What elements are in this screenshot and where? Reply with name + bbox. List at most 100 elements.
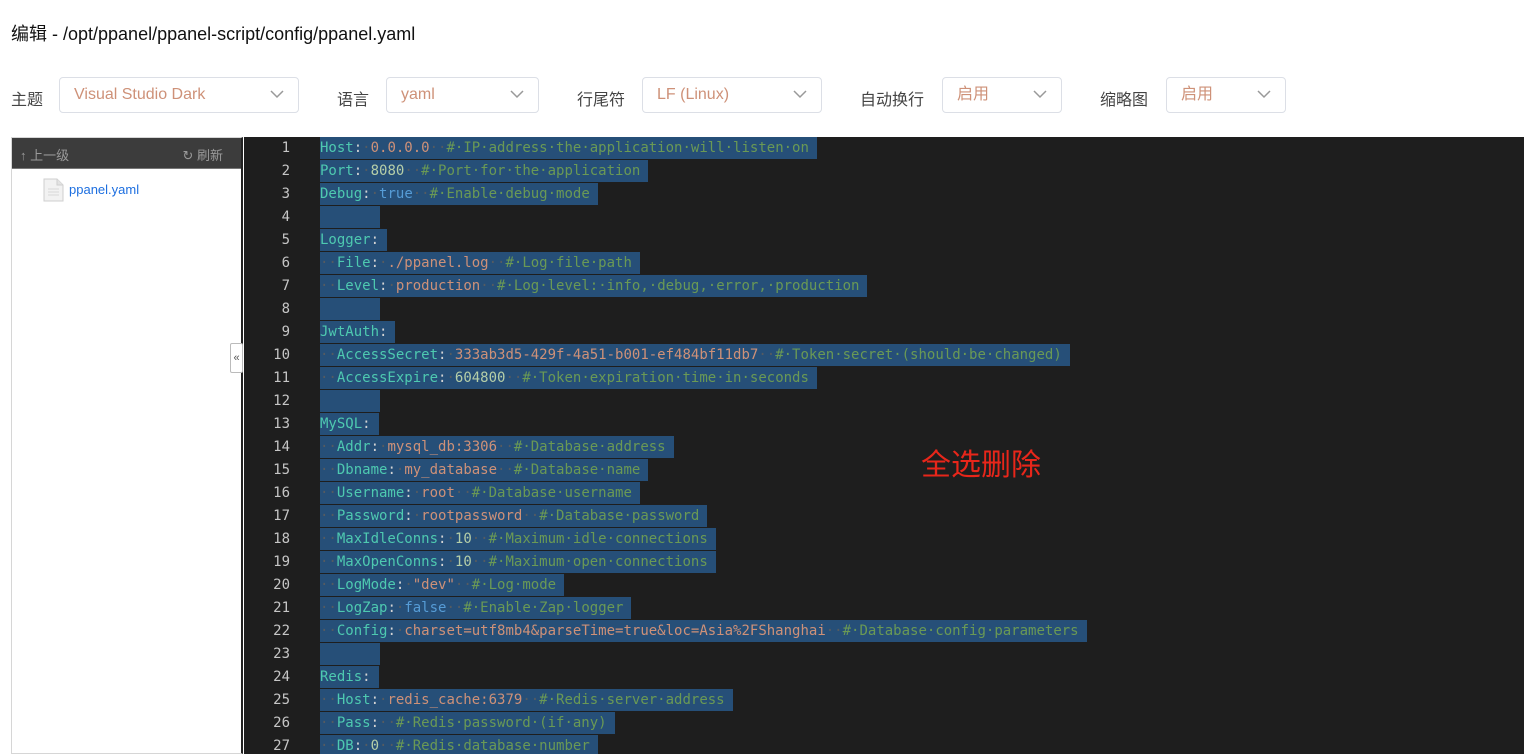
code-line: 17 ··Password:·rootpassword··#·Database·p… — [244, 505, 1524, 528]
line-number: 10 — [273, 347, 290, 363]
line-number: 6 — [281, 255, 290, 271]
file-name: ppanel.yaml — [69, 182, 140, 197]
parent-directory-button[interactable]: ↑ 上一级 — [20, 145, 69, 164]
line-number: 27 — [273, 738, 290, 754]
whitespace: · — [412, 508, 422, 524]
yaml-comment: #·IP·address·the·application·will·listen… — [446, 140, 809, 156]
yaml-colon: : — [353, 140, 363, 156]
line-number: 8 — [281, 301, 290, 317]
line-number: 16 — [273, 485, 290, 501]
whitespace: ·· — [497, 462, 514, 478]
yaml-value: rootpassword — [421, 508, 523, 524]
theme-select-value: Visual Studio Dark — [74, 86, 206, 103]
yaml-value: 604800 — [454, 370, 506, 386]
line-content: Port:·8080··#·Port·for·the·application — [320, 160, 649, 182]
minimap-select[interactable]: 启用 — [1166, 77, 1286, 113]
indent-whitespace: ·· — [320, 623, 337, 639]
indent-whitespace: ·· — [320, 738, 337, 754]
yaml-colon: : — [362, 186, 371, 202]
code-line: 7 ··Level:·production··#·Log·level:·info,… — [244, 275, 1524, 298]
whitespace: ·· — [471, 554, 489, 570]
indent-whitespace: ·· — [320, 600, 337, 616]
yaml-value: ./ppanel.log — [387, 255, 489, 271]
line-content: ··File:·./ppanel.log··#·Log·file·path — [320, 252, 640, 274]
yaml-value: 8080 — [370, 163, 405, 179]
line-content: Logger: — [320, 229, 388, 251]
yaml-key: Debug — [320, 186, 363, 202]
refresh-button[interactable]: ↻ 刷新 — [182, 145, 223, 164]
whitespace: ·· — [429, 140, 447, 156]
code-line: 13 MySQL: — [244, 413, 1524, 436]
yaml-key: MaxIdleConns — [336, 531, 439, 547]
yaml-value: my_database — [404, 462, 498, 478]
whitespace: ·· — [488, 255, 506, 271]
yaml-colon: : — [387, 462, 396, 478]
whitespace: · — [362, 163, 371, 179]
yaml-comment: #·Maximum·open·connections — [488, 554, 708, 570]
line-number: 18 — [273, 531, 290, 547]
whitespace: ·· — [505, 370, 523, 386]
yaml-key: LogMode — [336, 577, 396, 593]
code-line: 25 ··Host:·redis_cache:6379··#·Redis·serv… — [244, 689, 1524, 712]
theme-select[interactable]: Visual Studio Dark — [59, 77, 299, 113]
file-icon — [43, 178, 65, 207]
yaml-key: Dbname — [336, 462, 388, 478]
yaml-colon: : — [379, 324, 388, 340]
code-line: 20 ··LogMode:·"dev"··#·Log·mode — [244, 574, 1524, 597]
yaml-comment: #·Redis·server·address — [539, 692, 725, 708]
yaml-value: mysql_db:3306 — [387, 439, 498, 455]
annotation-text: 全选删除 — [921, 448, 1041, 483]
yaml-key: Addr — [336, 439, 371, 455]
yaml-colon: : — [353, 738, 363, 754]
code-line: 26 ··Pass:··#·Redis·password·(if·any) — [244, 712, 1524, 735]
refresh-icon: ↻ — [182, 148, 194, 163]
line-content: ··AccessExpire:·604800··#·Token·expirati… — [320, 367, 817, 389]
whitespace: · — [362, 738, 371, 754]
yaml-key: AccessExpire — [336, 370, 439, 386]
line-content — [320, 298, 380, 320]
yaml-key: File — [336, 255, 371, 271]
indent-whitespace: ·· — [320, 255, 337, 271]
yaml-comment: #·Log·mode — [471, 577, 557, 593]
file-tree-sidebar: ↑ 上一级 ↻ 刷新 ppanel.yaml — [11, 137, 243, 754]
yaml-value: root — [421, 485, 455, 501]
line-content: ··MaxIdleConns:·10··#·Maximum·idle·conne… — [320, 528, 716, 550]
whitespace: · — [446, 370, 455, 386]
eol-select[interactable]: LF (Linux) — [642, 77, 822, 113]
whitespace: · — [404, 577, 413, 593]
yaml-colon: : — [370, 232, 380, 248]
whitespace: ·· — [379, 715, 396, 731]
language-select[interactable]: yaml — [386, 77, 539, 113]
code-line: 8 — [244, 298, 1524, 321]
whitespace: · — [362, 140, 371, 156]
whitespace: ·· — [497, 439, 514, 455]
collapse-sidebar-button[interactable]: « — [230, 343, 243, 373]
line-number: 5 — [281, 232, 290, 248]
whitespace: · — [446, 347, 455, 363]
indent-whitespace: ·· — [320, 370, 337, 386]
line-number: 20 — [273, 577, 290, 593]
line-content: MySQL: — [320, 413, 379, 435]
line-number: 12 — [273, 393, 290, 409]
whitespace: ·· — [404, 163, 422, 179]
whitespace: ·· — [412, 186, 430, 202]
yaml-key: Password — [336, 508, 405, 524]
yaml-comment: #·Database·config·parameters — [842, 623, 1079, 639]
code-line: 24 Redis: — [244, 666, 1524, 689]
line-number: 11 — [273, 370, 290, 386]
file-tree-header: ↑ 上一级 ↻ 刷新 — [12, 138, 241, 169]
word-wrap-select[interactable]: 启用 — [942, 77, 1062, 113]
line-number: 19 — [273, 554, 290, 570]
indent-whitespace: ·· — [320, 692, 337, 708]
whitespace: · — [412, 485, 422, 501]
line-content: ··Username:·root··#·Database·username — [320, 482, 640, 504]
code-line: 2 Port:·8080··#·Port·for·the·application — [244, 160, 1524, 183]
yaml-value: redis_cache:6379 — [387, 692, 523, 708]
line-number: 1 — [281, 140, 290, 156]
indent-whitespace: ·· — [320, 278, 337, 294]
language-select-value: yaml — [401, 86, 435, 103]
line-number: 21 — [273, 600, 290, 616]
code-editor[interactable]: 1 Host:·0.0.0.0··#·IP·address·the·applica… — [244, 137, 1524, 754]
whitespace: ·· — [480, 278, 498, 294]
yaml-key: Logger — [320, 232, 371, 248]
